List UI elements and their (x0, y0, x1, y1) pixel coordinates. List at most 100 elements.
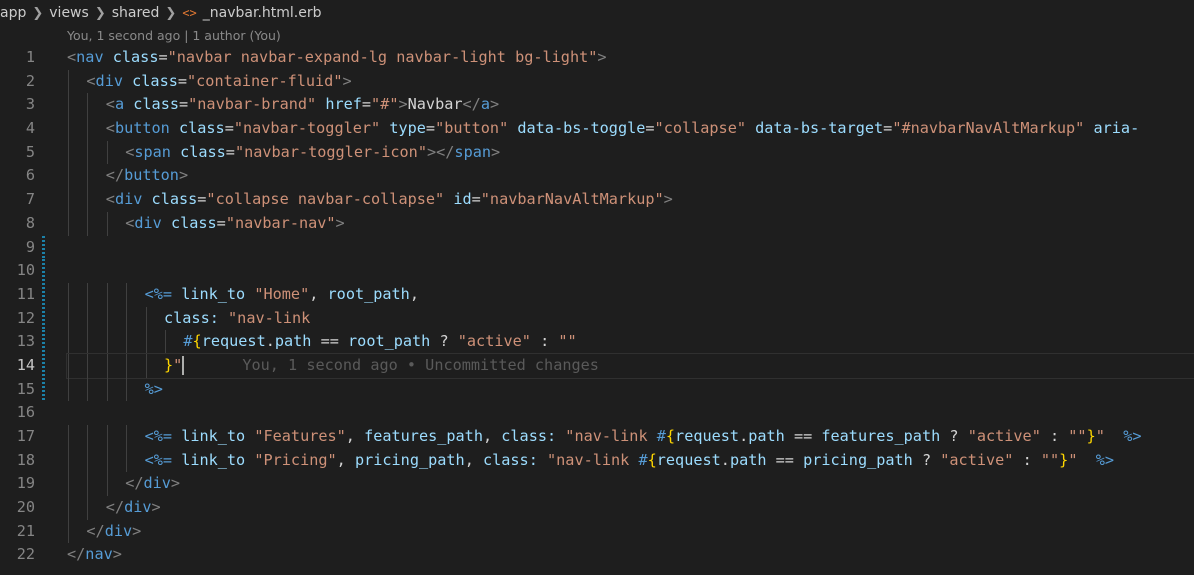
token-attr: data-bs-target (755, 119, 884, 138)
indent-guide (87, 425, 89, 449)
code-line[interactable]: 3 <a class="navbar-brand" href="#">Navbar… (0, 93, 1194, 118)
token-punc: < (86, 71, 96, 90)
breadcrumb-item-views[interactable]: views (49, 5, 89, 21)
code-line[interactable]: 4 <button class="navbar-toggler" type="bu… (0, 117, 1194, 141)
code-line[interactable]: 19 </div> (0, 472, 1194, 497)
token-fn: link_to (181, 450, 246, 469)
token-punc: </ (105, 498, 125, 517)
indent-guide (68, 519, 69, 544)
code-line-content: <%= link_to "Features", features_path, c… (67, 425, 1194, 449)
code-line[interactable]: 22 </nav> (0, 543, 1194, 567)
blame-header[interactable]: You, 1 second ago | 1 author (You) (67, 28, 281, 43)
token-attr: id (453, 190, 472, 209)
code-line[interactable]: 5 <span class="navbar-toggler-icon"></spa… (0, 140, 1194, 165)
code-text: </button> (106, 164, 188, 188)
token-str: "" (1068, 427, 1087, 445)
breadcrumb-file[interactable]: _navbar.html.erb (203, 5, 322, 21)
code-line[interactable]: 1 <nav class="navbar navbar-expand-lg nav… (0, 46, 1194, 70)
code-text: </nav> (67, 543, 122, 567)
line-number: 15 (16, 379, 35, 398)
code-line-content: </div> (67, 472, 1194, 497)
token-str: "nav-link (565, 427, 657, 445)
indent-guide (68, 69, 69, 94)
code-line[interactable]: 7 <div class = "collapse navbar-collapse" i… (0, 188, 1194, 212)
token-punc: > (335, 213, 345, 232)
token-tag: nav (85, 545, 113, 564)
code-line[interactable]: 18 <%= link_to "Pricing", pricing_path, c… (0, 448, 1194, 473)
code-line[interactable]: 10 (0, 259, 1194, 283)
indent-guide (68, 377, 69, 402)
token-str: " (173, 355, 183, 374)
code-line[interactable]: 9 (0, 235, 1194, 260)
indent-guide (87, 140, 89, 165)
inline-blame-annotation[interactable]: You, 1 second ago • Uncommitted changes (242, 356, 599, 374)
token-tag: div (143, 474, 171, 493)
token-text: == (766, 450, 804, 469)
modified-line-gutter-marker[interactable] (42, 330, 45, 354)
code-line[interactable]: 6 </button> (0, 164, 1194, 189)
indent-guide (68, 306, 69, 331)
indent-guide (68, 448, 69, 473)
token-str: "container-fluid" (187, 71, 343, 90)
token-text: , (336, 450, 355, 469)
indent-guide (68, 140, 69, 165)
breadcrumb-item-app[interactable]: app (0, 5, 26, 21)
line-number: 20 (16, 498, 35, 517)
line-number: 14 (16, 355, 35, 374)
token-text: : (1013, 450, 1041, 469)
code-line[interactable]: 14}" You, 1 second ago • Uncommitted chan… (0, 352, 1194, 379)
code-line-content: <button class="navbar-toggler" type="but… (67, 117, 1194, 141)
line-number: 1 (25, 48, 35, 66)
token-brace: } (1086, 427, 1096, 445)
code-line[interactable]: 12 class: "nav-link (0, 306, 1194, 331)
token-fn: link_to (181, 427, 246, 445)
indent-guide (68, 117, 69, 141)
code-line[interactable]: 11 <%= link_to "Home", root_path, (0, 282, 1194, 307)
breadcrumb-item-shared[interactable]: shared (112, 5, 160, 21)
code-editor[interactable]: 1 <nav class="navbar navbar-expand-lg nav… (0, 46, 1194, 567)
code-text: </div> (125, 472, 180, 496)
code-text: <%= link_to "Pricing", pricing_path, cla… (145, 449, 1114, 473)
token-tag: div (124, 498, 152, 517)
indent-guide (87, 496, 89, 520)
indent-guide (68, 330, 69, 354)
indent-guide (145, 353, 147, 378)
token-tag: a (480, 95, 490, 114)
modified-line-gutter-marker[interactable] (42, 259, 45, 283)
code-line[interactable]: 13 #{request.path == root_path ? "active"… (0, 330, 1194, 354)
code-line[interactable]: 17 <%= link_to "Features", features_path,… (0, 425, 1194, 449)
token-punc: > (398, 95, 408, 114)
modified-line-gutter-marker[interactable] (42, 282, 45, 307)
token-attr: class (151, 190, 198, 209)
token-text: ? (912, 450, 941, 469)
modified-line-gutter-marker[interactable] (42, 235, 45, 260)
indent-guide (87, 117, 89, 141)
code-line[interactable]: 2 <div class="container-fluid"> (0, 69, 1194, 94)
line-number: 21 (16, 521, 35, 540)
token-text: = (178, 95, 189, 114)
modified-line-gutter-marker[interactable] (42, 377, 45, 402)
token-punc: < (125, 213, 135, 232)
code-line[interactable]: 20 </div> (0, 496, 1194, 520)
token-fn: path (274, 332, 312, 351)
token-text: = (361, 95, 372, 114)
token-brace: { (192, 332, 202, 351)
code-line[interactable]: 15 %> (0, 377, 1194, 402)
code-line[interactable]: 16 (0, 401, 1194, 425)
code-line[interactable]: 8 <div class="navbar-nav"> (0, 211, 1194, 236)
code-text: <%= link_to "Home", root_path, (145, 283, 419, 307)
modified-line-gutter-marker[interactable] (42, 353, 45, 378)
indent-guide (68, 425, 69, 449)
modified-line-gutter-marker[interactable] (42, 306, 45, 331)
code-line[interactable]: 21 </div> (0, 519, 1194, 544)
indent-guide (68, 472, 69, 497)
token-str: "collapse navbar-collapse" (206, 190, 445, 209)
